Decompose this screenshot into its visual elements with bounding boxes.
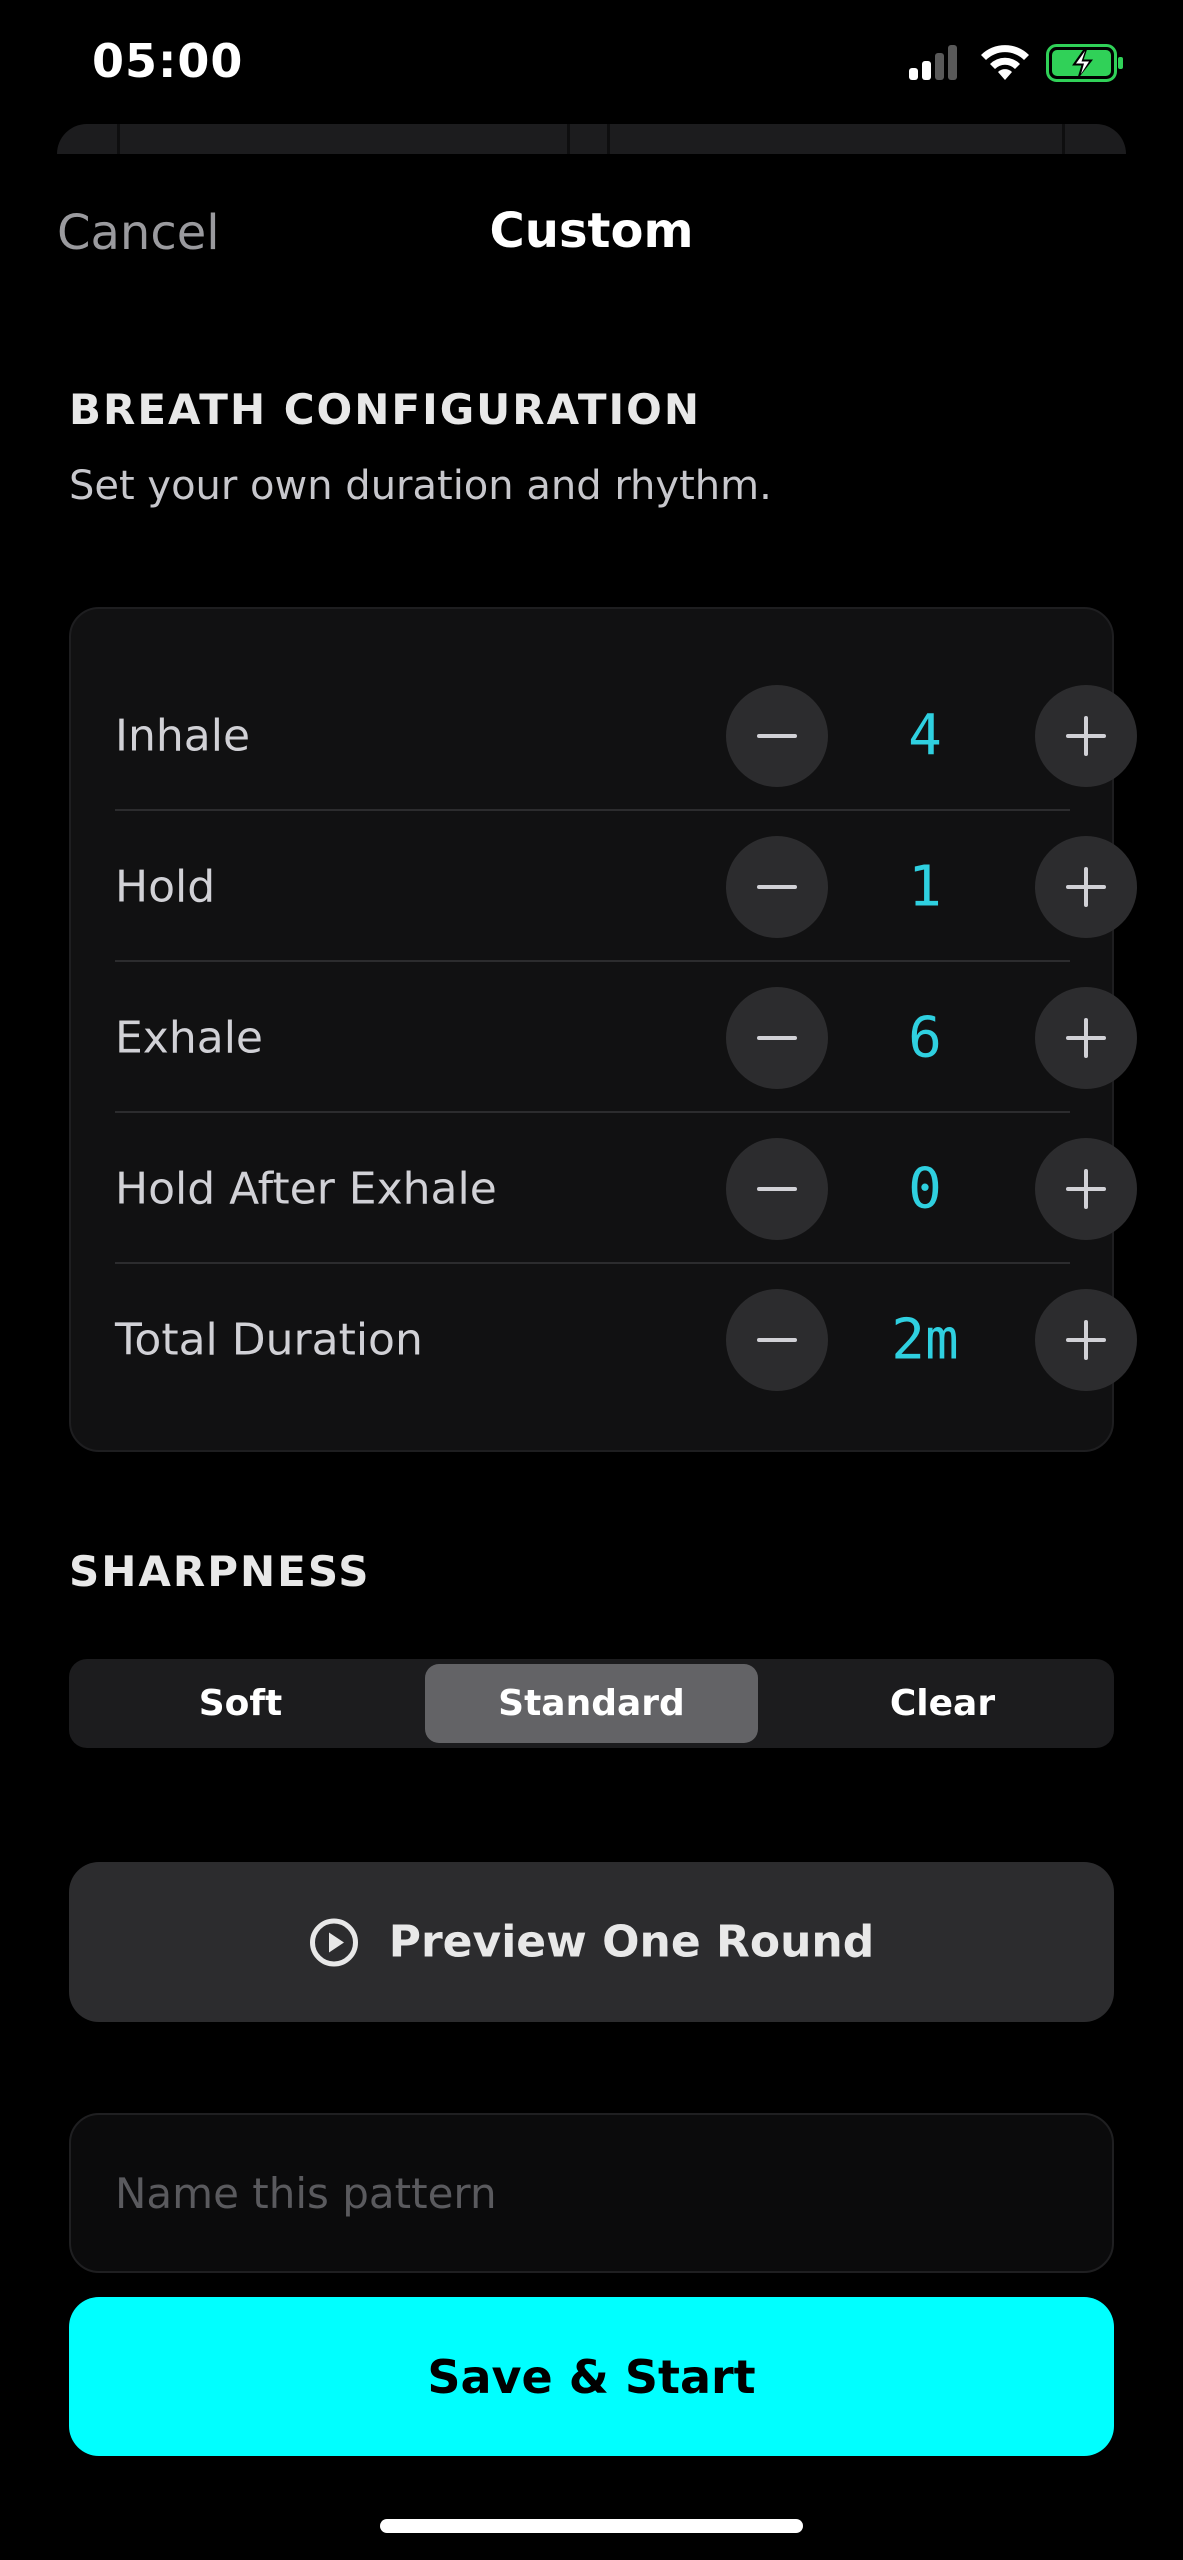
config-row-hold: Hold 1 <box>115 811 1137 962</box>
minus-icon <box>757 884 797 889</box>
page-title: Custom <box>489 203 694 259</box>
play-circle-icon <box>309 1918 358 1966</box>
config-row-inhale: Inhale 4 <box>115 660 1137 811</box>
hold-decrement-button[interactable] <box>726 835 828 938</box>
battery-charging-icon <box>1046 44 1123 82</box>
total-duration-value: 2m <box>891 1307 959 1372</box>
sharpness-option-clear[interactable]: Clear <box>776 1664 1109 1743</box>
config-row-total-duration: Total Duration 2m <box>115 1264 1137 1415</box>
exhale-increment-button[interactable] <box>1035 986 1137 1089</box>
hold-increment-button[interactable] <box>1035 835 1137 938</box>
hold-after-exhale-decrement-button[interactable] <box>726 1137 828 1240</box>
status-time: 05:00 <box>92 34 244 88</box>
sharpness-segmented-control: Soft Standard Clear <box>69 1659 1114 1748</box>
inhale-decrement-button[interactable] <box>726 684 828 787</box>
row-label: Inhale <box>115 710 251 761</box>
sharpness-title: SHARPNESS <box>69 1547 371 1596</box>
hold-after-exhale-increment-button[interactable] <box>1035 1137 1137 1240</box>
exhale-value: 6 <box>908 1005 942 1070</box>
save-and-start-button[interactable]: Save & Start <box>69 2297 1114 2456</box>
minus-icon <box>757 1337 797 1342</box>
row-label: Total Duration <box>115 1314 423 1365</box>
row-label: Hold After Exhale <box>115 1163 497 1214</box>
preview-one-round-button[interactable]: Preview One Round <box>69 1862 1114 2022</box>
hold-value: 1 <box>908 854 942 919</box>
hold-after-exhale-value: 0 <box>908 1156 942 1221</box>
minus-icon <box>757 1035 797 1040</box>
inhale-increment-button[interactable] <box>1035 684 1137 787</box>
plus-icon <box>1066 866 1106 907</box>
row-label: Exhale <box>115 1012 263 1063</box>
sharpness-option-soft[interactable]: Soft <box>74 1664 407 1743</box>
pattern-name-input[interactable] <box>69 2113 1114 2273</box>
breath-configuration-subtitle: Set your own duration and rhythm. <box>69 463 772 509</box>
status-bar: 05:00 <box>0 0 1183 120</box>
plus-icon <box>1066 1168 1106 1209</box>
total-duration-decrement-button[interactable] <box>726 1288 828 1391</box>
total-duration-increment-button[interactable] <box>1035 1288 1137 1391</box>
wifi-icon <box>981 45 1029 80</box>
home-indicator <box>380 2519 803 2533</box>
inhale-value: 4 <box>908 703 942 768</box>
config-row-exhale: Exhale 6 <box>115 962 1137 1113</box>
exhale-decrement-button[interactable] <box>726 986 828 1089</box>
config-row-hold-after-exhale: Hold After Exhale 0 <box>115 1113 1137 1264</box>
minus-icon <box>757 733 797 738</box>
preview-label: Preview One Round <box>388 1916 875 1968</box>
sharpness-option-standard[interactable]: Standard <box>425 1664 758 1743</box>
background-sheet-edge <box>57 124 1126 154</box>
breath-config-card: Inhale 4 Hold 1 Exhale 6 Hold After Exha… <box>69 607 1137 1452</box>
minus-icon <box>757 1186 797 1191</box>
plus-icon <box>1066 1017 1106 1058</box>
signal-icon <box>909 44 959 80</box>
breath-configuration-title: BREATH CONFIGURATION <box>69 385 701 434</box>
row-label: Hold <box>115 861 216 912</box>
plus-icon <box>1066 715 1106 756</box>
plus-icon <box>1066 1319 1106 1360</box>
